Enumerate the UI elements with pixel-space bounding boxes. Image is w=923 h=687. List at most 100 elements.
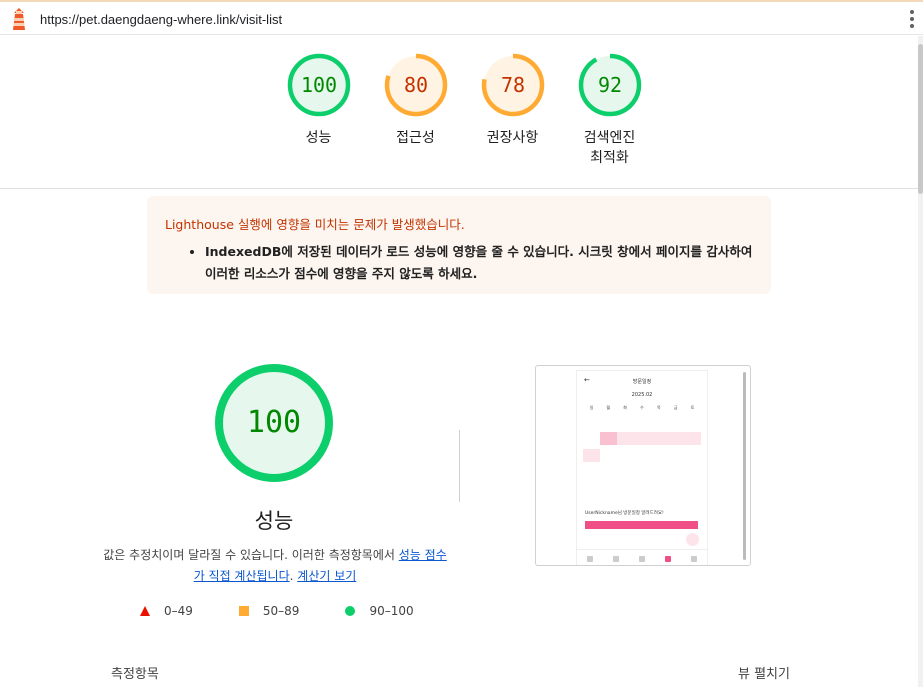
gauge-label: 권장사항 xyxy=(486,130,539,146)
performance-score: 100 xyxy=(247,405,301,440)
legend-range: 50–89 xyxy=(262,604,300,618)
page-screenshot-thumbnail[interactable]: ← 방문일정 2025.02 일월화수목금토 UserNickname님 방문일… xyxy=(535,365,751,566)
calendar-day xyxy=(667,449,684,462)
desc-text: 값은 추정치이며 달라질 수 있습니다. 이러한 측정항목에서 xyxy=(103,548,399,562)
scrollbar[interactable] xyxy=(918,36,923,687)
calendar-weekday: 월 xyxy=(606,405,611,410)
calendar-day xyxy=(684,415,701,428)
calendar-day xyxy=(684,466,701,479)
score-gauges: 100 성능 80 접근성 78 권장사항 92 검색엔진 최적화 xyxy=(270,52,658,168)
thumb-fab xyxy=(686,533,699,546)
thumb-section-title: UserNickname님 방문일정 알려드려요! xyxy=(585,511,664,516)
legend-pass: 90–100 xyxy=(345,604,414,618)
address-bar: https://pet.daengdaeng-where.link/visit-… xyxy=(0,0,923,35)
calendar-weekday: 목 xyxy=(657,405,661,410)
divider xyxy=(0,188,918,189)
more-menu-icon[interactable] xyxy=(909,10,915,28)
calendar-day xyxy=(617,466,634,479)
phone-screenshot: ← 방문일정 2025.02 일월화수목금토 UserNickname님 방문일… xyxy=(577,371,707,565)
gauge-performance[interactable]: 100 성능 xyxy=(270,52,367,168)
calendar-day xyxy=(617,449,634,462)
thumb-bottom-nav xyxy=(577,549,707,565)
calendar-weekday: 수 xyxy=(640,405,644,410)
calendar-day xyxy=(583,483,600,496)
triangle-icon xyxy=(140,606,150,616)
calendar-day xyxy=(650,449,667,462)
calendar-day xyxy=(650,466,667,479)
calendar-weekday: 일 xyxy=(589,405,594,410)
calendar-day xyxy=(600,483,617,496)
warning-box: Lighthouse 실행에 영향을 미치는 문제가 발생했습니다. Index… xyxy=(147,196,771,294)
calendar-day xyxy=(650,415,667,428)
legend-range: 0–49 xyxy=(164,604,193,618)
performance-description: 값은 추정치이며 달라질 수 있습니다. 이러한 측정항목에서 성능 점수가 직… xyxy=(100,545,450,587)
warning-item: IndexedDB에 저장된 데이터가 로드 성능에 영향을 줄 수 있습니다.… xyxy=(205,241,753,285)
gauge-ring: 78 xyxy=(481,53,544,117)
circle-icon xyxy=(345,606,356,616)
performance-gauge-ring: 100 xyxy=(215,364,333,482)
gauge-score: 80 xyxy=(403,73,427,97)
lighthouse-icon xyxy=(13,8,25,30)
calendar-day xyxy=(583,432,600,445)
calendar-day xyxy=(600,449,617,462)
thumb-table-header xyxy=(585,521,698,529)
metrics-heading: 측정항목 xyxy=(111,667,159,682)
thumb-table-row xyxy=(585,531,698,539)
calendar-day xyxy=(583,415,600,428)
calendar-day xyxy=(617,483,634,496)
nav-icon xyxy=(665,555,671,562)
thumb-header: 방문일정 xyxy=(632,379,652,385)
square-icon xyxy=(238,606,249,616)
thumb-month: 2025.02 xyxy=(631,392,653,398)
calendar-day xyxy=(599,432,617,445)
calendar-day xyxy=(667,483,684,496)
calendar-day xyxy=(616,432,634,445)
calendar-weekday: 금 xyxy=(673,405,678,410)
gauge-score: 78 xyxy=(500,73,524,97)
calendar-day xyxy=(600,466,617,479)
calendar-day xyxy=(650,483,667,496)
warning-list: IndexedDB에 저장된 데이터가 로드 성능에 영향을 줄 수 있습니다.… xyxy=(165,241,753,285)
vertical-divider xyxy=(459,430,460,502)
calculator-link[interactable]: 계산기 보기 xyxy=(297,569,356,583)
calendar-day xyxy=(684,449,701,462)
gauge-score: 92 xyxy=(597,73,621,97)
calendar-weekday: 토 xyxy=(690,405,695,410)
calendar-day xyxy=(667,415,684,428)
nav-icon xyxy=(587,555,593,562)
calendar-day xyxy=(583,466,600,479)
gauge-best-practices[interactable]: 78 권장사항 xyxy=(464,52,561,168)
gauge-label: 접근성 xyxy=(396,130,435,146)
legend-range: 90–100 xyxy=(369,604,414,618)
calendar-day xyxy=(634,483,651,496)
nav-icon xyxy=(613,555,619,562)
calendar-day xyxy=(650,432,668,445)
scrollbar-thumb[interactable] xyxy=(918,44,923,194)
performance-title: 성능 xyxy=(254,509,294,533)
calendar-day xyxy=(667,432,685,445)
gauge-label: 검색엔진 최적화 xyxy=(583,130,636,166)
calendar-day xyxy=(583,449,600,462)
calendar-day xyxy=(634,449,651,462)
gauge-label: 성능 xyxy=(305,130,332,146)
legend-average: 50–89 xyxy=(238,604,300,618)
expand-view-toggle[interactable]: 뷰 펼치기 xyxy=(738,663,790,682)
url-text[interactable]: https://pet.daengdaeng-where.link/visit-… xyxy=(40,12,282,27)
nav-icon xyxy=(639,555,645,562)
gauge-ring: 100 xyxy=(287,53,350,117)
gauge-ring: 92 xyxy=(578,53,641,117)
warning-title: Lighthouse 실행에 영향을 미치는 문제가 발생했습니다. xyxy=(165,217,465,232)
performance-gauge: 100 xyxy=(213,362,335,484)
calendar-day xyxy=(684,483,701,496)
gauge-seo[interactable]: 92 검색엔진 최적화 xyxy=(561,52,658,168)
score-legend: 0–49 50–89 90–100 xyxy=(140,604,460,618)
calendar-day xyxy=(617,415,634,428)
calendar-weekday: 화 xyxy=(623,405,627,410)
calendar-day xyxy=(667,466,684,479)
calendar-day xyxy=(684,432,701,445)
gauge-accessibility[interactable]: 80 접근성 xyxy=(367,52,464,168)
calendar-day xyxy=(634,466,651,479)
gauge-ring: 80 xyxy=(384,53,447,117)
legend-fail: 0–49 xyxy=(140,604,193,618)
nav-icon xyxy=(691,555,697,562)
